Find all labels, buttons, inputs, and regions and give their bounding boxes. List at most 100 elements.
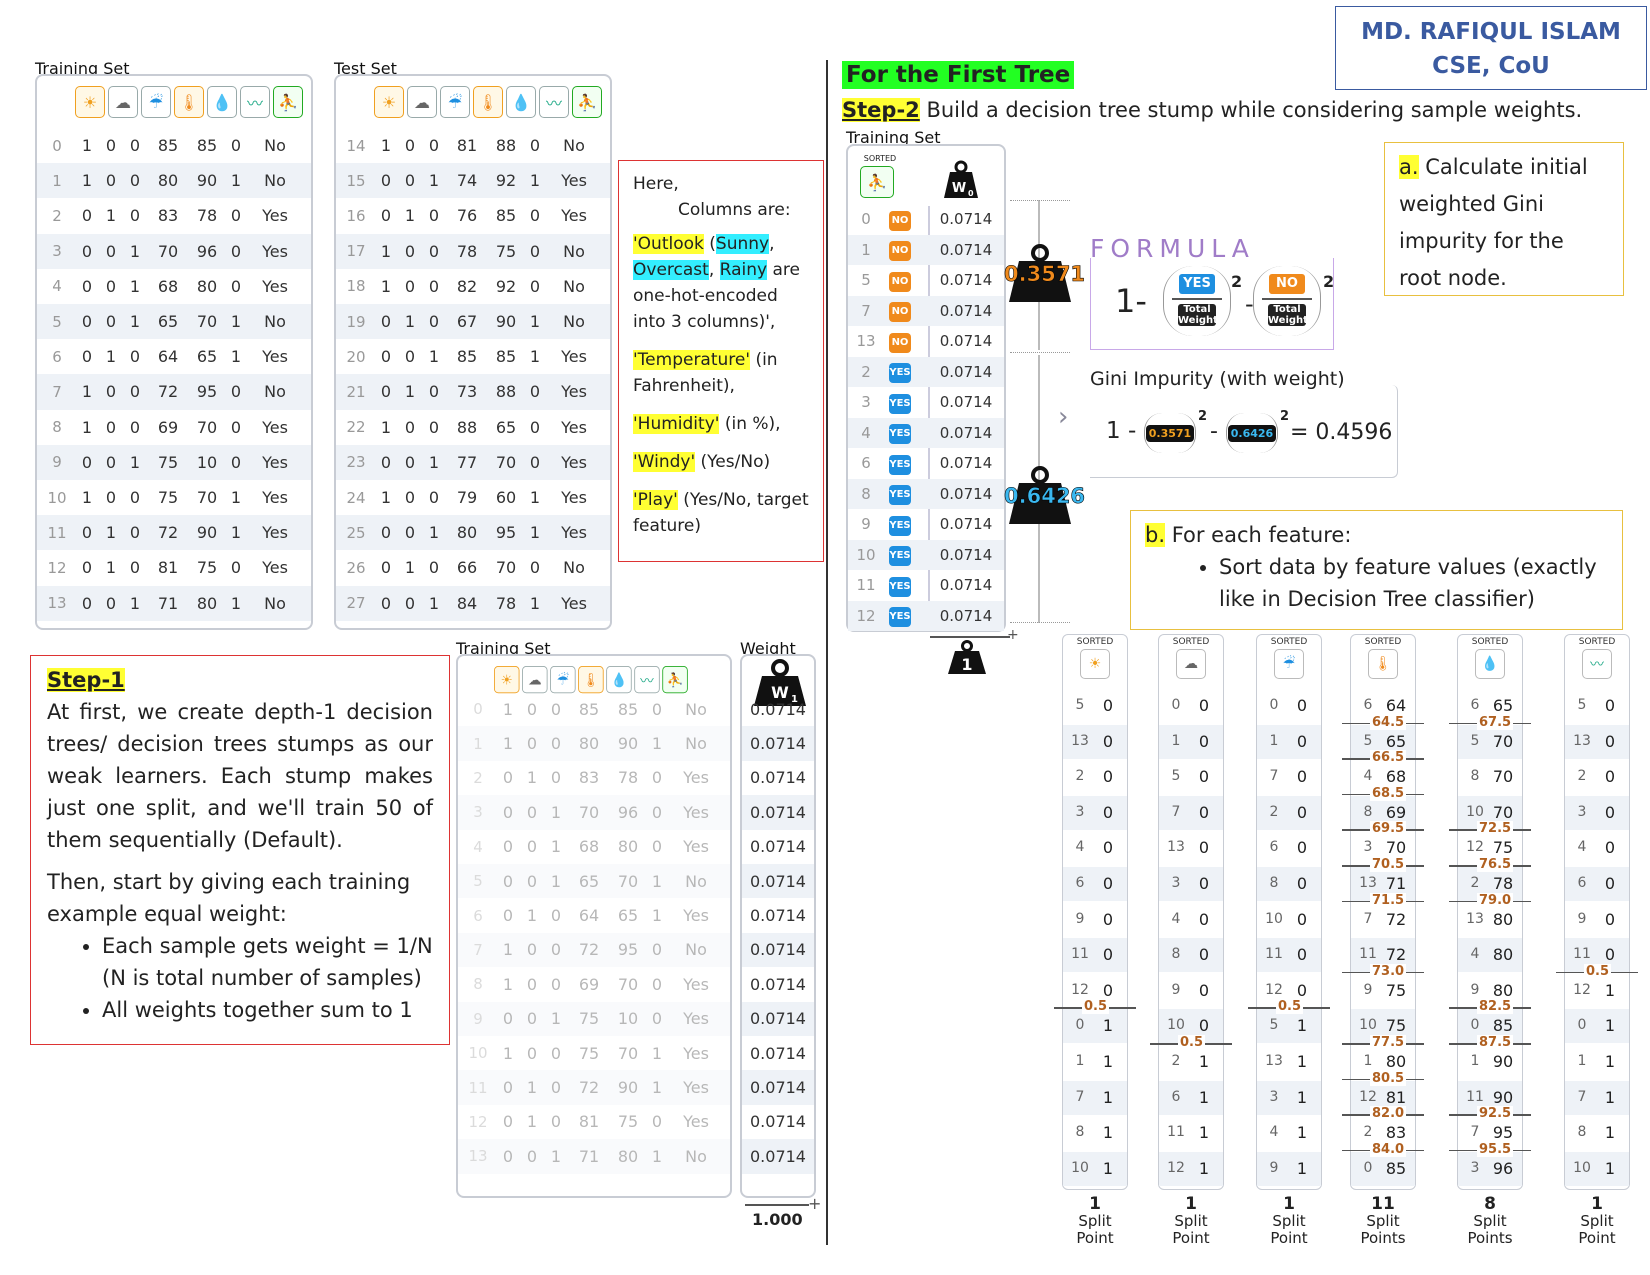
split-value: 82.0	[1370, 1106, 1407, 1122]
cell: 0	[81, 452, 93, 472]
split-value: 70.5	[1370, 857, 1407, 872]
cell: 0	[526, 1043, 538, 1063]
row-index: 12	[1466, 839, 1484, 856]
note-temperature: 'Temperature' (in Fahrenheit),	[633, 350, 778, 396]
play-icon: ⛹	[273, 86, 303, 118]
row-index: 11	[1359, 946, 1377, 963]
cell: 1	[81, 488, 93, 508]
cell: 0	[230, 241, 242, 261]
feature-value: 1	[1198, 1158, 1210, 1178]
cell: Yes	[683, 837, 709, 857]
cell: 0	[105, 488, 117, 508]
sorted-row: 1 NO 0.0714	[848, 234, 1004, 265]
cell: 1	[529, 312, 541, 332]
cell: 85	[578, 699, 600, 719]
cell: 0	[502, 837, 514, 857]
row-index: 0	[1171, 697, 1181, 713]
columns-note: Here, Columns are: 'Outlook (Sunny, Over…	[618, 160, 824, 562]
split-value: 76.5	[1477, 857, 1514, 872]
weight-value: 0.0714	[939, 606, 993, 625]
row-index: 25	[346, 523, 366, 542]
cell: 1	[428, 171, 440, 191]
table-row: 16 0 1 0 76 85 0 Yes	[336, 198, 610, 233]
sorted-row: 80	[1257, 867, 1321, 901]
cell: No	[264, 382, 286, 402]
training-set-panel: ☀ ☁ ☔ 🌡 💧 〰 ⛹ 0 1 0 0 85 85 0 No 1 1 0 0 80 90 1 No 2 0 1 0 83 78 0 Y…	[35, 74, 313, 630]
split-value: 92.5	[1477, 1106, 1514, 1122]
note-cols: Columns are:	[678, 200, 791, 220]
feature-value: 1	[1604, 1016, 1616, 1036]
feature-value: 0	[1198, 838, 1210, 858]
cell: 0	[105, 593, 117, 613]
cell: 0	[404, 347, 416, 367]
cell: 0	[428, 558, 440, 578]
row-index: 13	[856, 332, 876, 351]
cell: 0	[380, 558, 392, 578]
sunny-icon: ☀	[374, 86, 404, 118]
cell: 75	[578, 1009, 600, 1029]
row-index: 4	[52, 277, 62, 296]
cell: 1	[502, 734, 514, 754]
weight-value: 0.0714	[742, 1001, 814, 1036]
row-index: 23	[346, 453, 366, 472]
sorted-row: 80	[1159, 938, 1223, 973]
cell: 1	[529, 488, 541, 508]
svg-text:1: 1	[961, 655, 972, 674]
cell: 1	[81, 417, 93, 437]
row-index: 0	[1075, 1017, 1085, 1034]
note-humidity: 'Humidity' (in %),	[633, 414, 781, 434]
cell: 1	[230, 488, 242, 508]
cell: 1	[526, 1112, 538, 1132]
feature-value: 80	[1492, 980, 1514, 1000]
sorted-row: 41	[1257, 1116, 1321, 1150]
cell: 85	[196, 136, 218, 156]
row-index: 16	[346, 206, 366, 225]
sorted-row: 21	[1159, 1045, 1223, 1079]
sorted-row: 8 70	[1458, 760, 1522, 794]
cell: 0	[526, 1009, 538, 1029]
feature-value: 1	[1198, 1087, 1210, 1107]
feature-value: 95	[1492, 1123, 1514, 1143]
cell: 1	[550, 871, 562, 891]
cell: 1	[81, 171, 93, 191]
cell: 85	[456, 347, 478, 367]
split-value: 0.5	[1276, 999, 1304, 1015]
cell: 0	[230, 452, 242, 472]
cell: 0	[651, 768, 663, 788]
cell: 65	[157, 312, 179, 332]
cell: 0	[526, 1146, 538, 1166]
test-set-panel: ☀ ☁ ☔ 🌡 💧 〰 ⛹ 14 1 0 0 81 88 0 No 15 0 0 1 74 92 1 Yes 16 0 1 0 76…	[334, 74, 612, 630]
feature-value: 85	[1385, 1158, 1407, 1178]
row-index: 6	[861, 454, 871, 473]
cell: 0	[380, 171, 392, 191]
feature-value: 1	[1102, 1158, 1114, 1178]
cell: Yes	[262, 347, 288, 367]
sorted-row: 8 YES 0.0714	[848, 478, 1004, 509]
cell: 69	[157, 417, 179, 437]
sorted-row: 10 0	[1257, 903, 1321, 937]
cell: 80	[578, 734, 600, 754]
cell: 70	[196, 417, 218, 437]
cell: 0	[550, 1112, 562, 1132]
cell: 80	[456, 523, 478, 543]
row-index: 19	[346, 312, 366, 331]
cell: 0	[105, 171, 117, 191]
cell: 1	[529, 593, 541, 613]
sorted-row: 13 0	[1159, 831, 1223, 865]
split-value: 79.0	[1477, 892, 1514, 908]
sorted-label: SORTED	[1471, 637, 1509, 647]
feature-value: 70	[1492, 802, 1514, 822]
cell: 85	[495, 347, 517, 367]
split-value: 80.5	[1370, 1070, 1407, 1086]
table-row: 0 1 0 0 85 85 0 No	[37, 128, 311, 163]
sorted-row: 11	[1565, 1045, 1629, 1079]
formula-no-term: NO Total Weight	[1253, 266, 1321, 336]
cell: 1	[529, 171, 541, 191]
cell: 75	[617, 1112, 639, 1132]
cell: 80	[196, 593, 218, 613]
cell: 0	[529, 206, 541, 226]
weight-value: 0.0714	[750, 1043, 806, 1063]
cell: 0	[651, 837, 663, 857]
row-index: 2	[473, 768, 483, 787]
weight-value: 0.0714	[750, 837, 806, 857]
